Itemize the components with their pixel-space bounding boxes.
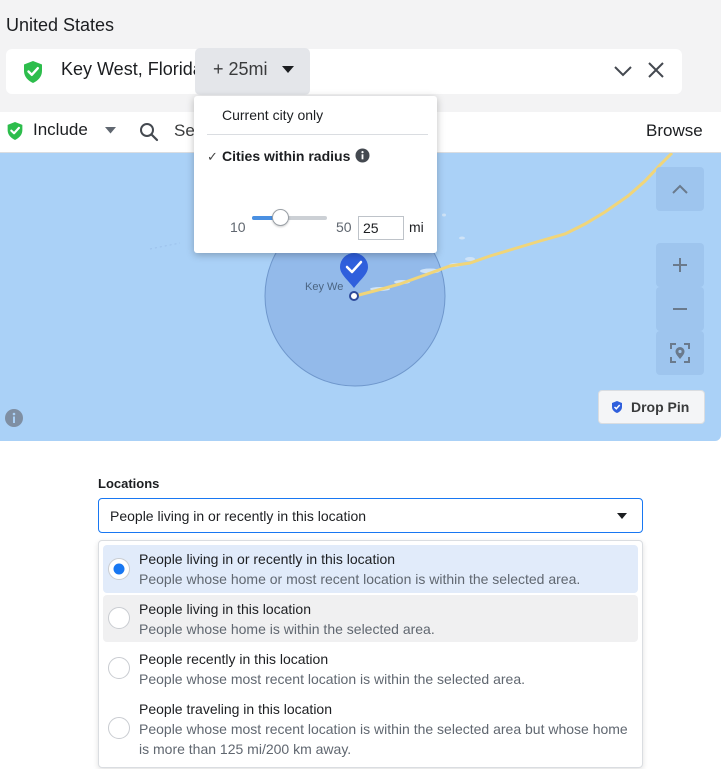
include-dropdown[interactable]: Include [33, 120, 88, 140]
option-description: People whose home or most recent locatio… [139, 571, 581, 587]
search-input[interactable]: Se [174, 121, 195, 141]
slider-min-label: 10 [230, 219, 246, 235]
info-icon[interactable] [4, 408, 24, 428]
location-name: Key West, Florida [61, 59, 203, 79]
pin-icon [612, 401, 622, 413]
locate-icon [670, 343, 690, 363]
browse-button[interactable]: Browse [646, 121, 703, 141]
chevron-up-icon [672, 184, 688, 194]
radius-slider-thumb[interactable] [271, 209, 289, 226]
marker-dot [349, 291, 359, 301]
radius-input[interactable] [358, 216, 404, 240]
radio-selected-icon [108, 558, 130, 580]
search-icon [140, 123, 159, 142]
map-collapse-button[interactable] [656, 167, 704, 211]
close-icon[interactable] [647, 61, 665, 79]
option-current-city-only[interactable]: Current city only [222, 107, 323, 123]
option-description: People whose most recent location is wit… [139, 671, 525, 687]
option-cities-within-radius[interactable]: Cities within radius [222, 148, 350, 164]
locations-heading: Locations [98, 476, 160, 491]
plus-icon [673, 258, 687, 272]
caret-down-icon [282, 66, 294, 73]
radio-unselected[interactable] [108, 717, 130, 739]
zoom-in-button[interactable] [656, 243, 704, 287]
option-title: People living in or recently in this loc… [139, 551, 396, 567]
radio-unselected[interactable] [108, 607, 130, 629]
option-title: People traveling in this location [139, 701, 333, 717]
radius-unit-label: mi [409, 219, 424, 235]
country-label: United States [6, 15, 115, 35]
caret-down-icon[interactable] [105, 127, 116, 134]
caret-down-icon [617, 513, 627, 519]
minus-icon [673, 308, 687, 310]
shield-check-icon [7, 122, 23, 140]
shield-check-icon [24, 61, 42, 83]
chevron-down-icon[interactable] [613, 64, 633, 78]
check-icon: ✓ [207, 149, 218, 164]
option-description: is more than 125 mi/200 km away. [139, 741, 352, 757]
option-description: People whose home is within the selected… [139, 621, 435, 637]
radio-selected[interactable] [108, 558, 130, 580]
drop-pin-label: Drop Pin [631, 399, 690, 415]
radio-unselected[interactable] [108, 657, 130, 679]
map-city-label: Key We [305, 281, 344, 293]
locate-button[interactable] [656, 331, 704, 375]
locations-select-value: People living in or recently in this loc… [110, 508, 367, 524]
radius-button-label: + 25mi [213, 59, 268, 79]
zoom-out-button[interactable] [656, 287, 704, 331]
option-description: People whose most recent location is wit… [139, 721, 628, 737]
info-icon[interactable] [355, 148, 370, 163]
divider [207, 134, 428, 135]
slider-max-label: 50 [336, 219, 352, 235]
option-title: People recently in this location [139, 651, 329, 667]
option-title: People living in this location [139, 601, 311, 617]
